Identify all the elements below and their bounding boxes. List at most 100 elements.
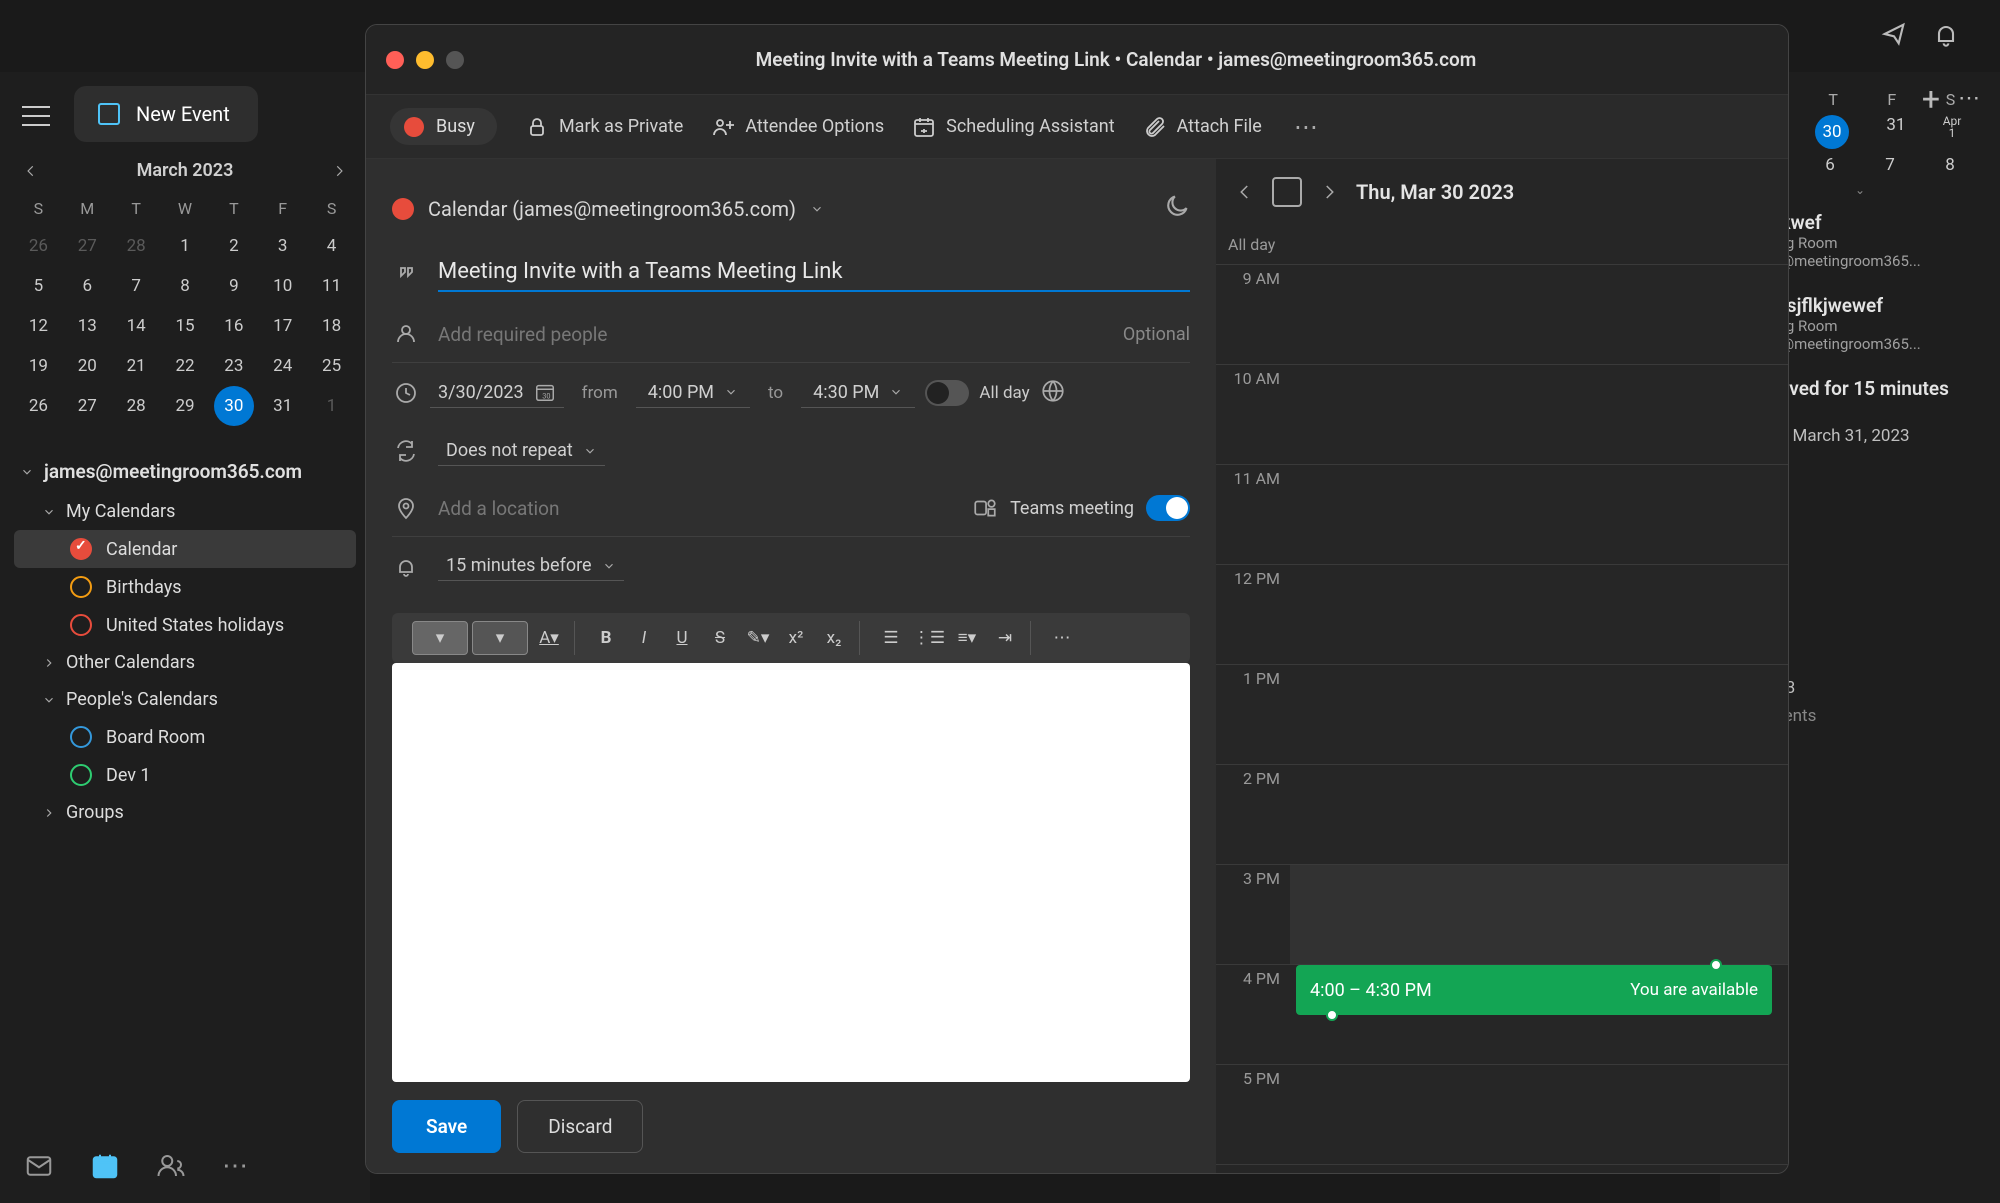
numbered-list-button[interactable]: ⋮☰ <box>912 621 946 655</box>
format-more-icon[interactable]: ⋯ <box>1045 621 1079 655</box>
mini-cal-day[interactable]: 15 <box>161 306 210 346</box>
bullet-list-button[interactable]: ☰ <box>874 621 908 655</box>
add-icon[interactable]: + <box>1922 80 1940 118</box>
discard-button[interactable]: Discard <box>517 1100 643 1153</box>
bold-button[interactable]: B <box>589 621 623 655</box>
start-time-input[interactable]: 4:00 PM <box>636 378 750 408</box>
mini-cal-day[interactable]: 21 <box>112 346 161 386</box>
mini-cal-day[interactable]: 30 <box>214 386 254 426</box>
agenda-date[interactable]: 30 <box>1815 115 1849 149</box>
mini-cal-day[interactable]: 8 <box>161 266 210 306</box>
time-slot[interactable] <box>1290 1065 1788 1164</box>
groups-group[interactable]: Groups <box>14 794 356 831</box>
attach-file-button[interactable]: Attach File <box>1143 115 1262 139</box>
hamburger-menu-icon[interactable] <box>22 106 50 126</box>
calendar-item-calendar[interactable]: Calendar <box>14 530 356 568</box>
calendar-item-birthdays[interactable]: Birthdays <box>14 568 356 606</box>
mini-calendar[interactable]: SMTWTFS262728123456789101112131415161718… <box>14 191 356 426</box>
mini-cal-day[interactable]: 31 <box>258 386 307 426</box>
schedule-event-block[interactable]: 4:00 – 4:30 PMYou are available <box>1296 965 1772 1015</box>
time-slot[interactable] <box>1290 865 1788 964</box>
mini-cal-day[interactable]: 3 <box>258 226 307 266</box>
agenda-date[interactable]: 31 <box>1886 115 1905 149</box>
calendar-icon[interactable] <box>90 1151 120 1185</box>
next-month-icon[interactable] <box>332 164 346 178</box>
mini-cal-day[interactable]: 24 <box>258 346 307 386</box>
my-calendars-group[interactable]: My Calendars <box>14 493 356 530</box>
clear-format-button[interactable]: ✎▾ <box>741 621 775 655</box>
more-options-icon[interactable]: ⋯ <box>1958 86 1982 111</box>
align-button[interactable]: ≡▾ <box>950 621 984 655</box>
mail-icon[interactable] <box>24 1151 54 1185</box>
mini-cal-day[interactable]: 9 <box>209 266 258 306</box>
agenda-date[interactable]: 8 <box>1945 155 1955 175</box>
calendar-item-dev1[interactable]: Dev 1 <box>14 756 356 794</box>
mini-cal-day[interactable]: 13 <box>63 306 112 346</box>
attendee-options-button[interactable]: Attendee Options <box>711 115 884 139</box>
mini-cal-day[interactable]: 7 <box>112 266 161 306</box>
mini-cal-day[interactable]: 27 <box>63 226 112 266</box>
italic-button[interactable]: I <box>627 621 661 655</box>
other-calendars-group[interactable]: Other Calendars <box>14 644 356 681</box>
font-fg-color-button[interactable]: ▾ <box>472 621 528 655</box>
date-picker-icon[interactable] <box>1272 177 1302 207</box>
mini-cal-day[interactable]: 26 <box>14 386 63 426</box>
calendar-selector[interactable]: Calendar (james@meetingroom365.com) <box>392 197 824 221</box>
all-day-toggle[interactable] <box>925 380 969 406</box>
time-slot[interactable] <box>1290 365 1788 464</box>
agenda-date[interactable]: 6 <box>1825 155 1835 175</box>
indent-button[interactable]: ⇥ <box>988 621 1022 655</box>
toolbar-more-icon[interactable]: ⋯ <box>1294 113 1320 141</box>
new-event-button[interactable]: New Event <box>74 86 258 142</box>
calendar-item-board-room[interactable]: Board Room <box>14 718 356 756</box>
save-button[interactable]: Save <box>392 1100 501 1153</box>
event-body-editor[interactable] <box>392 663 1190 1082</box>
more-icon[interactable]: ⋯ <box>222 1151 248 1185</box>
mini-cal-day[interactable]: 5 <box>14 266 63 306</box>
mini-cal-day[interactable]: 2 <box>209 226 258 266</box>
mini-cal-day[interactable]: 14 <box>112 306 161 346</box>
superscript-button[interactable]: x² <box>779 621 813 655</box>
next-day-icon[interactable] <box>1320 183 1338 201</box>
people-icon[interactable] <box>156 1151 186 1185</box>
optional-label[interactable]: Optional <box>1123 324 1190 345</box>
teams-meeting-toggle[interactable] <box>1146 495 1190 521</box>
reminder-selector[interactable]: 15 minutes before <box>438 551 624 581</box>
maximize-window-button[interactable] <box>446 51 464 69</box>
timezone-icon[interactable] <box>1040 378 1066 408</box>
font-bg-color-button[interactable]: ▾ <box>412 621 468 655</box>
mini-cal-day[interactable]: 20 <box>63 346 112 386</box>
time-slot[interactable] <box>1290 665 1788 764</box>
repeat-selector[interactable]: Does not repeat <box>438 436 605 466</box>
bell-icon[interactable] <box>1932 20 1960 52</box>
moon-icon[interactable] <box>1162 193 1190 225</box>
mini-cal-day[interactable]: 19 <box>14 346 63 386</box>
scheduling-assistant-button[interactable]: Scheduling Assistant <box>912 115 1114 139</box>
peoples-calendars-group[interactable]: People's Calendars <box>14 681 356 718</box>
resize-handle[interactable] <box>1326 1009 1338 1021</box>
mini-cal-day[interactable]: 17 <box>258 306 307 346</box>
notification-icon[interactable] <box>1880 20 1908 52</box>
time-slot[interactable] <box>1290 765 1788 864</box>
resize-handle[interactable] <box>1710 959 1722 971</box>
mini-cal-day[interactable]: 27 <box>63 386 112 426</box>
minimize-window-button[interactable] <box>416 51 434 69</box>
end-time-input[interactable]: 4:30 PM <box>801 378 915 408</box>
location-input[interactable]: Add a location <box>438 497 560 520</box>
underline-button[interactable]: U <box>665 621 699 655</box>
time-slot[interactable] <box>1290 465 1788 564</box>
subscript-button[interactable]: x₂ <box>817 621 851 655</box>
mini-cal-day[interactable]: 26 <box>14 226 63 266</box>
mini-cal-day[interactable]: 10 <box>258 266 307 306</box>
attendees-input[interactable]: Add required people <box>438 323 607 346</box>
agenda-date[interactable]: Apr1 <box>1943 115 1962 149</box>
mini-cal-day[interactable]: 23 <box>209 346 258 386</box>
mini-cal-day[interactable]: 6 <box>63 266 112 306</box>
mark-private-button[interactable]: Mark as Private <box>525 115 683 139</box>
mini-cal-day[interactable]: 18 <box>307 306 356 346</box>
busy-status-selector[interactable]: Busy <box>390 108 497 145</box>
time-slot[interactable] <box>1290 265 1788 364</box>
mini-cal-day[interactable]: 1 <box>161 226 210 266</box>
account-header[interactable]: james@meetingroom365.com <box>14 450 356 493</box>
mini-cal-day[interactable]: 22 <box>161 346 210 386</box>
